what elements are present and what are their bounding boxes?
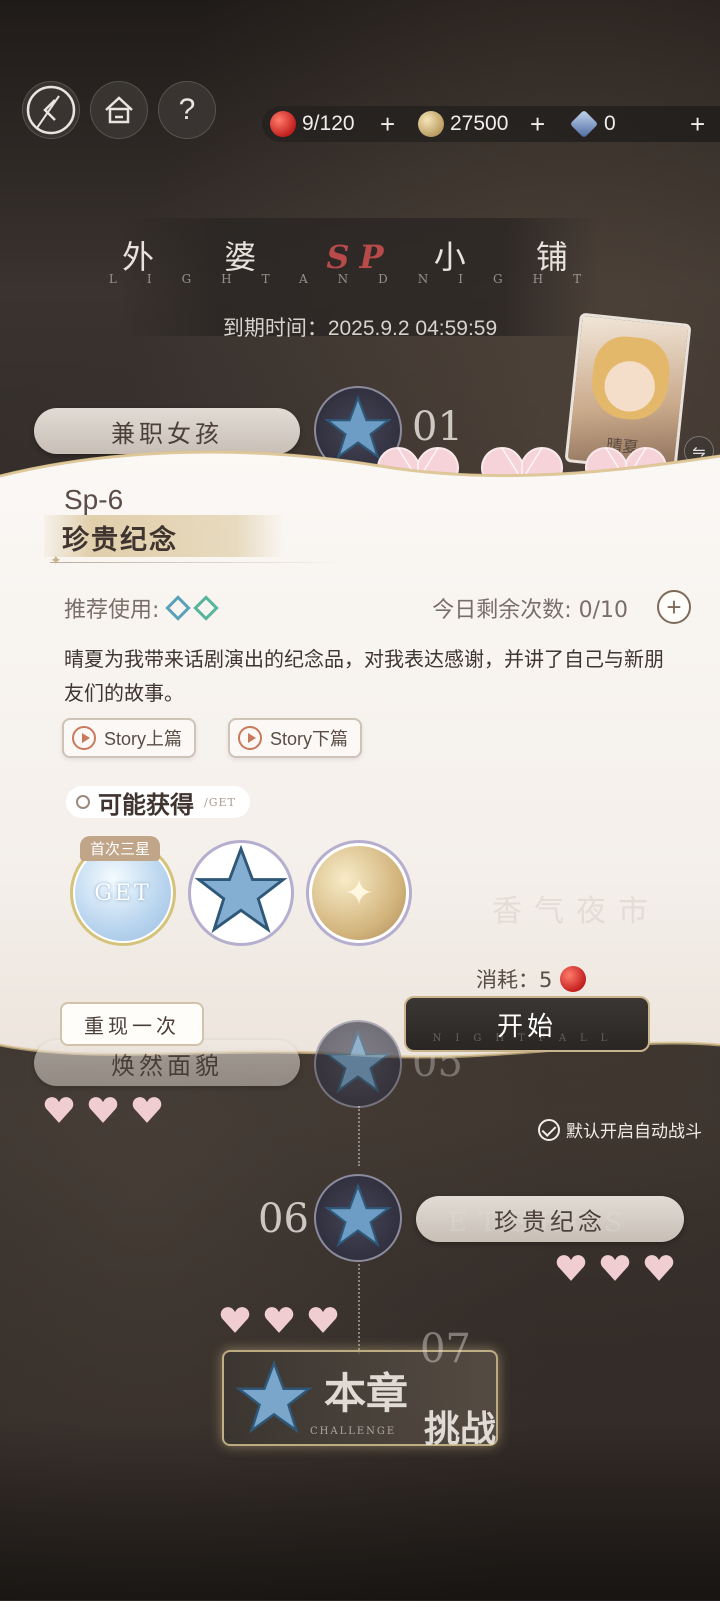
coin-value: 27500 bbox=[450, 112, 509, 135]
stamina-add-button[interactable]: + bbox=[380, 108, 395, 140]
stamina-cost: 消耗：5 bbox=[476, 964, 587, 994]
start-button[interactable]: 开始 NIGHTFALL bbox=[404, 996, 650, 1052]
back-button[interactable] bbox=[22, 81, 80, 139]
character-portrait bbox=[588, 333, 673, 423]
stage-1-label: 兼职女孩 bbox=[111, 419, 223, 448]
reward-item-starfish[interactable] bbox=[188, 840, 294, 946]
recommend-row: 推荐使用: bbox=[64, 592, 220, 624]
play-icon bbox=[238, 726, 262, 750]
starfish-icon bbox=[235, 1360, 313, 1434]
magnifier-icon bbox=[76, 795, 90, 809]
coin-add-button[interactable]: + bbox=[530, 108, 545, 140]
stamina-counter: 9/120 bbox=[270, 108, 355, 140]
gem-icon bbox=[569, 109, 599, 139]
first-clear-badge: 首次三星 bbox=[80, 836, 161, 861]
replay-label: 重现一次 bbox=[84, 1013, 180, 1038]
heart-icon bbox=[644, 1255, 674, 1281]
stage-7-number: 07 bbox=[420, 1326, 471, 1372]
coin-icon bbox=[418, 111, 444, 137]
stage-name: 珍贵纪念 bbox=[62, 525, 178, 556]
heart-icon bbox=[264, 1307, 294, 1333]
stage-description: 晴夏为我带来话剧演出的纪念品，对我表达感谢，并讲了自己与新朋友们的故事。 bbox=[64, 647, 664, 705]
heart-icon bbox=[220, 1307, 250, 1333]
story-next-label: Story下篇 bbox=[270, 729, 349, 749]
story-prev-button[interactable]: Story上篇 bbox=[62, 718, 197, 758]
shop-title-sp: SP bbox=[326, 238, 394, 276]
challenge-title-2: 挑战 bbox=[424, 1408, 497, 1450]
shop-title-left: 外 婆 bbox=[122, 238, 287, 276]
home-button[interactable] bbox=[90, 81, 148, 139]
help-button[interactable]: ? bbox=[158, 81, 216, 139]
element-wind-icon bbox=[193, 595, 220, 621]
play-icon bbox=[72, 726, 96, 750]
heart-icon bbox=[88, 1097, 118, 1123]
checkbox-icon bbox=[538, 1118, 560, 1141]
story-next-button[interactable]: Story下篇 bbox=[228, 718, 363, 758]
stamina-value: 9/120 bbox=[302, 112, 355, 135]
recommend-label: 推荐使用: bbox=[64, 598, 160, 623]
plus-icon: + bbox=[380, 108, 396, 139]
stage-5-pill[interactable]: 焕然面貌 bbox=[34, 1040, 300, 1086]
remaining-attempts: 今日剩余次数: 0/10 bbox=[432, 598, 628, 623]
add-attempts-button[interactable]: + bbox=[657, 590, 691, 624]
back-arrow-icon bbox=[26, 85, 76, 135]
stage-5-node[interactable] bbox=[314, 1020, 402, 1108]
heart-icon bbox=[556, 1255, 586, 1281]
challenge-en-label: CHALLENGE bbox=[310, 1426, 397, 1437]
stage-code: Sp-6 bbox=[64, 484, 124, 515]
auto-battle-label: 默认开启自动战斗 bbox=[566, 1122, 702, 1141]
path-line bbox=[358, 1264, 360, 1354]
gem-value: 0 bbox=[604, 112, 616, 135]
stage-6-deco-text: ETEROS bbox=[448, 1208, 635, 1238]
gem-counter: 0 bbox=[569, 108, 616, 140]
shop-title-right: 小 铺 bbox=[433, 238, 598, 276]
other-stage-ghost: 香气夜市 bbox=[492, 894, 660, 929]
heart-icon bbox=[44, 1097, 74, 1123]
plus-icon: + bbox=[666, 591, 682, 622]
apple-icon bbox=[270, 111, 296, 137]
coin-icon: ✦ bbox=[312, 846, 406, 940]
story-prev-label: Story上篇 bbox=[104, 729, 183, 749]
rewards-tag: /GET bbox=[204, 795, 236, 809]
reward-item-coin[interactable]: ✦ bbox=[306, 840, 412, 946]
starfish-icon bbox=[324, 1183, 392, 1248]
home-icon bbox=[105, 96, 133, 124]
stage-1-pill[interactable]: 兼职女孩 bbox=[34, 408, 300, 454]
path-line bbox=[358, 1106, 360, 1166]
stage-6-node[interactable] bbox=[314, 1174, 402, 1262]
plus-icon: + bbox=[530, 108, 546, 139]
stage-6-number: 06 bbox=[258, 1196, 309, 1242]
get-text: GET bbox=[94, 880, 152, 906]
challenge-title: 本章 bbox=[324, 1369, 409, 1418]
element-water-icon bbox=[165, 595, 192, 621]
replay-button[interactable]: 重现一次 bbox=[60, 1002, 204, 1046]
sparkle-icon: ✦ bbox=[50, 553, 62, 569]
plus-icon: + bbox=[690, 108, 706, 139]
heart-icon bbox=[308, 1307, 338, 1333]
divider bbox=[50, 562, 350, 563]
start-sub-label: NIGHTFALL bbox=[432, 1033, 622, 1044]
cost-label: 消耗：5 bbox=[476, 968, 553, 992]
heart-icon bbox=[600, 1255, 630, 1281]
gem-add-button[interactable]: + bbox=[690, 108, 705, 140]
starfish-icon bbox=[194, 845, 288, 934]
stage-5-label: 焕然面貌 bbox=[111, 1051, 223, 1080]
heart-icon bbox=[132, 1097, 162, 1123]
shop-subtitle: LIGHTANDNIGHT bbox=[108, 272, 612, 286]
apple-icon bbox=[560, 966, 587, 992]
auto-battle-toggle[interactable]: 默认开启自动战斗 bbox=[538, 1117, 702, 1142]
help-icon: ? bbox=[178, 93, 196, 126]
coin-counter: 27500 bbox=[418, 108, 508, 140]
stage-1-number: 01 bbox=[412, 404, 463, 450]
rewards-heading: 可能获得 /GET bbox=[66, 786, 250, 819]
rewards-title: 可能获得 bbox=[98, 790, 194, 819]
starfish-icon bbox=[324, 1029, 392, 1094]
